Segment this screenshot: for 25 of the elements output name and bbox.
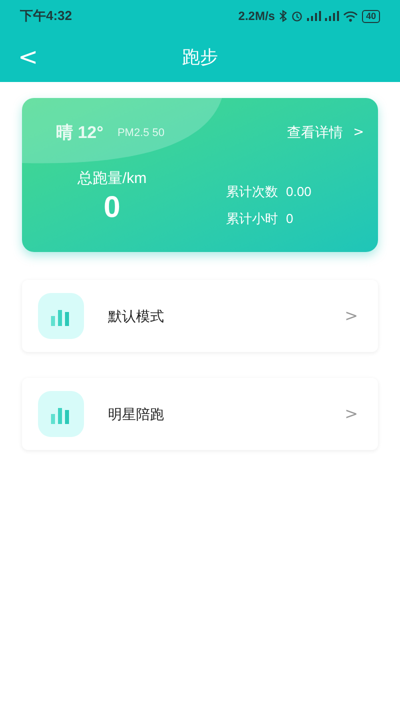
signal-icon bbox=[306, 11, 321, 21]
stat-value: 0.00 bbox=[286, 182, 312, 200]
total-distance-value: 0 bbox=[104, 190, 120, 226]
stat-value: 0 bbox=[286, 210, 294, 228]
mode-label: 默认模式 bbox=[108, 306, 165, 326]
page-title: 跑步 bbox=[182, 46, 218, 68]
chevron-icon: > bbox=[344, 402, 358, 426]
weather-text: 晴 12° bbox=[56, 122, 104, 144]
network-speed: 2.2M/s bbox=[238, 8, 275, 25]
status-time: 下午4:32 bbox=[20, 7, 72, 26]
mode-item[interactable]: 明星陪跑 > bbox=[22, 378, 378, 450]
signal-icon bbox=[324, 11, 339, 21]
stat-label: 累计次数 bbox=[226, 182, 278, 200]
mode-item[interactable]: 默认模式 > bbox=[22, 280, 378, 352]
bar-chart-icon bbox=[38, 293, 84, 339]
mode-label: 明星陪跑 bbox=[108, 404, 165, 424]
pm25-text: PM2.5 50 bbox=[117, 126, 165, 140]
bar-chart-icon bbox=[38, 391, 84, 437]
chevron-icon: > bbox=[344, 304, 358, 328]
alarm-icon bbox=[290, 10, 303, 22]
bluetooth-icon bbox=[278, 10, 287, 22]
total-distance-label: 总跑量/km bbox=[77, 168, 147, 188]
wifi-icon bbox=[342, 10, 358, 22]
stat-label: 累计小时 bbox=[226, 210, 278, 228]
battery-icon: 40 bbox=[362, 10, 380, 22]
